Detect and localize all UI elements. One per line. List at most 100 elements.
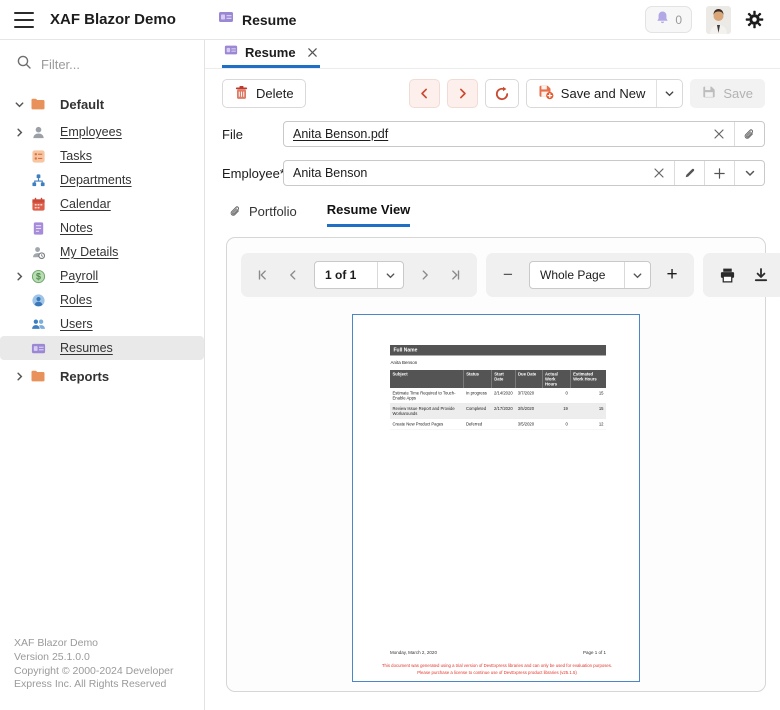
pdf-footer-page-number: Page 1 of 1	[583, 650, 606, 655]
cell-status: Deferred	[463, 419, 491, 430]
sidebar-item-default[interactable]: Default	[0, 90, 204, 118]
employee-field[interactable]: Anita Benson	[283, 160, 765, 186]
settings-gear-icon[interactable]	[745, 10, 764, 29]
employee-field-label: Employee*	[222, 166, 283, 181]
sidebar-item-reports[interactable]: Reports	[0, 362, 204, 390]
table-row: Estimate Time Required to Touch-Enable A…	[390, 388, 606, 403]
first-page-button[interactable]	[254, 268, 272, 282]
sidebar-item-label: Notes	[60, 221, 93, 235]
chevron-right-icon[interactable]	[10, 271, 28, 282]
file-value-link[interactable]: Anita Benson.pdf	[284, 127, 704, 141]
users-icon	[30, 317, 46, 332]
payroll-icon: $	[30, 269, 46, 284]
sidebar-item-notes[interactable]: Notes	[0, 216, 204, 240]
zoom-in-button[interactable]: +	[663, 264, 681, 286]
tab-portfolio[interactable]: Portfolio	[229, 202, 297, 227]
employee-clear-button[interactable]	[644, 161, 674, 185]
notifications-button[interactable]: 0	[645, 6, 692, 33]
close-icon[interactable]	[307, 47, 318, 58]
employee-dropdown-button[interactable]	[734, 161, 764, 185]
prev-page-button[interactable]	[284, 268, 302, 282]
tab-resume[interactable]: Resume	[222, 40, 320, 68]
previous-record-button[interactable]	[409, 79, 440, 108]
employee-edit-button[interactable]	[674, 161, 704, 185]
employee-add-button[interactable]	[704, 161, 734, 185]
pdf-page-content: Full Name Anita Benson Subject Status St…	[353, 315, 640, 682]
sidebar-item-label: Departments	[60, 173, 132, 187]
cell-estimated-hours: 15	[570, 403, 606, 419]
cell-due-date: 3/7/2020	[515, 388, 542, 403]
page-title: Resume	[242, 12, 296, 28]
download-icon	[753, 267, 769, 283]
paperclip-icon	[229, 205, 242, 218]
delete-button[interactable]: Delete	[222, 79, 306, 108]
pdf-fullname-value: Anita Benson	[391, 360, 607, 365]
tasks-icon	[30, 149, 46, 164]
hamburger-menu-icon[interactable]	[14, 12, 34, 28]
next-page-button[interactable]	[416, 268, 434, 282]
download-button[interactable]	[750, 267, 772, 283]
sidebar-item-roles[interactable]: Roles	[0, 288, 204, 312]
pdf-page[interactable]: Full Name Anita Benson Subject Status St…	[352, 314, 640, 682]
user-avatar[interactable]	[706, 6, 731, 34]
export-group	[703, 253, 780, 297]
save-button[interactable]: Save	[690, 79, 765, 108]
chevron-down-icon	[744, 167, 756, 179]
sidebar-item-users[interactable]: Users	[0, 312, 204, 336]
print-button[interactable]	[716, 267, 738, 284]
save-and-new-button[interactable]: Save and New	[527, 80, 657, 107]
viewer-toolbar: 1 of 1 − Whole Page +	[227, 238, 765, 297]
employee-field-row: Employee* Anita Benson	[222, 160, 765, 186]
sidebar-item-label: Payroll	[60, 269, 98, 283]
table-row: Review Issue Report and Provide Workarou…	[390, 403, 606, 419]
cell-actual-hours: 0	[542, 388, 570, 403]
employee-value[interactable]: Anita Benson	[284, 166, 644, 180]
zoom-out-button[interactable]: −	[499, 265, 517, 285]
chevron-right-icon[interactable]	[10, 127, 28, 138]
chevron-down-icon[interactable]	[10, 99, 28, 110]
main-content: Resume Delete	[205, 40, 780, 710]
paperclip-icon	[743, 128, 756, 141]
detail-tabs: Portfolio Resume View	[229, 202, 765, 227]
notifications-count: 0	[675, 13, 682, 27]
cell-start-date: 2/14/2020	[492, 388, 516, 403]
footer-app-name: XAF Blazor Demo	[14, 637, 194, 651]
resume-card-icon	[218, 9, 234, 30]
chevron-right-icon[interactable]	[10, 371, 28, 382]
bell-icon	[655, 10, 670, 30]
sidebar-item-departments[interactable]: Departments	[0, 168, 204, 192]
employee-icon	[30, 125, 46, 140]
zoom-select-value: Whole Page	[530, 262, 615, 288]
pdf-fullname-header: Full Name	[390, 345, 606, 356]
file-field-row: File Anita Benson.pdf	[222, 121, 765, 147]
viewer-canvas: Full Name Anita Benson Subject Status St…	[227, 314, 765, 682]
pdf-task-table: Subject Status Start Date Due Date Actua…	[390, 370, 606, 430]
close-icon	[713, 128, 725, 140]
sidebar-item-employees[interactable]: Employees	[0, 120, 204, 144]
cell-start-date	[492, 419, 516, 430]
sidebar-item-resumes[interactable]: Resumes	[0, 336, 204, 360]
file-clear-button[interactable]	[704, 122, 734, 146]
sidebar-item-my-details[interactable]: My Details	[0, 240, 204, 264]
sidebar-item-tasks[interactable]: Tasks	[0, 144, 204, 168]
next-record-button[interactable]	[447, 79, 478, 108]
tab-resume-view[interactable]: Resume View	[327, 202, 411, 227]
sidebar-item-label: Default	[60, 97, 104, 112]
file-attach-button[interactable]	[734, 122, 764, 146]
cell-subject: Review Issue Report and Provide Workarou…	[390, 403, 463, 419]
tab-label: Resume	[245, 45, 296, 60]
last-page-button[interactable]	[446, 268, 464, 282]
save-and-new-dropdown[interactable]	[656, 80, 682, 107]
footer-version: Version 25.1.0.0	[14, 651, 194, 665]
sidebar-item-payroll[interactable]: $ Payroll	[0, 264, 204, 288]
filter-input[interactable]	[41, 57, 171, 72]
sidebar-item-label: Employees	[60, 125, 122, 139]
page-select[interactable]: 1 of 1	[314, 261, 404, 289]
refresh-button[interactable]	[485, 79, 519, 108]
zoom-group: − Whole Page +	[486, 253, 694, 297]
zoom-select[interactable]: Whole Page	[529, 261, 651, 289]
sidebar-item-label: Calendar	[60, 197, 111, 211]
file-field[interactable]: Anita Benson.pdf	[283, 121, 765, 147]
page-select-value: 1 of 1	[315, 262, 366, 288]
sidebar-item-calendar[interactable]: Calendar	[0, 192, 204, 216]
